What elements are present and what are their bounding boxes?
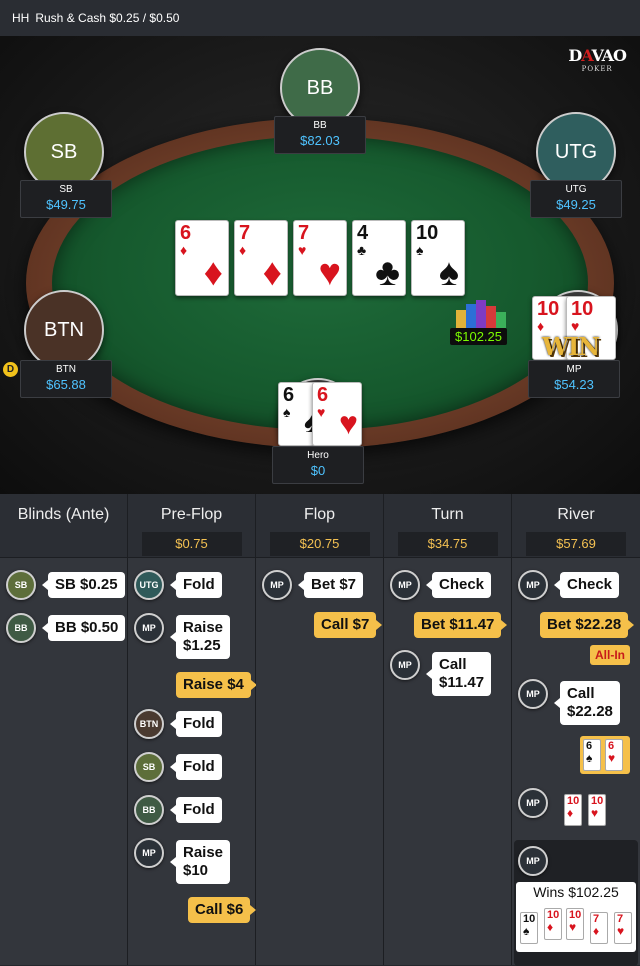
davao-poker-logo: DAVAO POKER bbox=[568, 46, 627, 73]
action-log: Blinds (Ante) SB SB $0.25 BB BB $0.50 Pr… bbox=[0, 494, 640, 966]
street-title: Blinds (Ante) bbox=[17, 506, 110, 523]
player-plate: SB $49.75 bbox=[20, 180, 112, 218]
street-column-turn: Turn $34.75 MP Check Bet $11.47 MP Call $… bbox=[384, 494, 512, 965]
player-plate: MP $54.23 bbox=[528, 360, 620, 398]
position-badge: MP bbox=[262, 570, 292, 600]
winner-panel: MP Wins $102.25 10 ♠ 10 ♦ 10 ♥ 7 ♦ 7 ♥ bbox=[514, 840, 638, 966]
mini-card: 6 ♠ bbox=[583, 739, 601, 771]
action-bubble: Raise $10 bbox=[169, 840, 231, 884]
position-badge: SB bbox=[6, 570, 36, 600]
win-banner: WIN bbox=[542, 332, 600, 361]
playing-card: 6 ♦ ♦ bbox=[175, 220, 229, 296]
mini-card: 10 ♦ bbox=[544, 908, 562, 940]
position-badge: MP bbox=[518, 570, 548, 600]
mini-card: 7 ♦ bbox=[590, 912, 608, 944]
mini-card: 7 ♥ bbox=[614, 912, 632, 944]
action-bubble: SB $0.25 bbox=[42, 572, 125, 598]
winner-card: Wins $102.25 10 ♠ 10 ♦ 10 ♥ 7 ♦ 7 ♥ bbox=[516, 882, 636, 952]
hand-history-label: HH bbox=[12, 11, 30, 25]
hero-showdown: 6 ♠ 6 ♥ bbox=[580, 736, 630, 774]
action-bubble: Fold bbox=[170, 754, 222, 780]
street-column-preflop: Pre-Flop $0.75 UTG Fold MP Raise $1.25 Ra… bbox=[128, 494, 257, 965]
mini-card: 10 ♠ bbox=[520, 912, 538, 944]
street-title: Flop bbox=[303, 506, 336, 523]
action-bubble: Check bbox=[425, 572, 492, 598]
position-badge: MP bbox=[390, 570, 420, 600]
game-title: Rush & Cash $0.25 / $0.50 bbox=[35, 11, 180, 25]
position-badge: MP bbox=[134, 613, 164, 643]
player-plate: BTN $65.88 bbox=[20, 360, 112, 398]
position-badge: MP bbox=[134, 838, 164, 868]
chip-stack-icon bbox=[456, 300, 506, 328]
street-pot: $57.69 bbox=[526, 532, 626, 556]
playing-card: 6 ♥ ♥ bbox=[312, 382, 362, 446]
player-plate: Hero $0 bbox=[272, 446, 364, 484]
action-bubble: Fold bbox=[170, 711, 222, 737]
hero-action-bubble: Bet $22.28 bbox=[540, 612, 635, 638]
street-pot: $0.75 bbox=[141, 532, 242, 556]
street-pot: $34.75 bbox=[397, 532, 498, 556]
hero-action-bubble: Call $6 bbox=[188, 897, 257, 923]
poker-table: DAVAO POKER BB BB $82.03 SB SB $49.75 UT… bbox=[0, 36, 640, 494]
position-badge: MP bbox=[518, 679, 548, 709]
avatar: BTN bbox=[24, 290, 104, 370]
street-column-blinds: Blinds (Ante) SB SB $0.25 BB BB $0.50 bbox=[0, 494, 128, 965]
wins-label: Wins $102.25 bbox=[533, 884, 619, 900]
action-bubble: Check bbox=[553, 572, 620, 598]
position-badge: MP bbox=[390, 650, 420, 680]
hero-action-bubble: Raise $4 bbox=[176, 672, 257, 698]
hero-action-bubble: Bet $11.47 bbox=[414, 612, 508, 638]
player-plate: BB $82.03 bbox=[274, 116, 366, 154]
playing-card: 4 ♣ ♣ bbox=[352, 220, 406, 296]
action-bubble: Call $11.47 bbox=[425, 652, 492, 696]
street-pot: $20.75 bbox=[269, 532, 370, 556]
position-badge: SB bbox=[134, 752, 164, 782]
action-bubble: Call $22.28 bbox=[554, 681, 620, 725]
position-badge: BB bbox=[134, 795, 164, 825]
playing-card: 10 ♠ ♠ bbox=[411, 220, 465, 296]
action-bubble: Fold bbox=[170, 797, 222, 823]
all-in-badge: All-In bbox=[590, 645, 630, 665]
street-title: Turn bbox=[431, 506, 464, 523]
position-badge: BTN bbox=[134, 709, 164, 739]
title-bar: HH Rush & Cash $0.25 / $0.50 bbox=[0, 0, 640, 36]
position-badge: BB bbox=[6, 613, 36, 643]
mini-card: 10 ♦ bbox=[564, 794, 582, 826]
mini-card: 6 ♥ bbox=[605, 739, 623, 771]
action-bubble: BB $0.50 bbox=[41, 615, 126, 641]
position-badge: UTG bbox=[134, 570, 164, 600]
playing-card: 7 ♦ ♦ bbox=[234, 220, 288, 296]
action-bubble: Raise $1.25 bbox=[169, 615, 231, 659]
street-title: Pre-Flop bbox=[160, 506, 223, 523]
action-bubble: Fold bbox=[170, 572, 222, 598]
action-bubble: Bet $7 bbox=[297, 572, 364, 598]
pot-amount: $102.25 bbox=[450, 328, 507, 345]
street-column-river: River $57.69 MP Check Bet $22.28 All-In … bbox=[512, 494, 640, 966]
dealer-button: D bbox=[3, 362, 18, 377]
hero-action-bubble: Call $7 bbox=[314, 612, 383, 638]
mini-card: 10 ♥ bbox=[588, 794, 606, 826]
street-column-flop: Flop $20.75 MP Bet $7 Call $7 bbox=[256, 494, 384, 965]
mini-card: 10 ♥ bbox=[566, 908, 584, 940]
position-badge: MP bbox=[518, 846, 548, 876]
street-title: River bbox=[557, 506, 595, 523]
position-badge: MP bbox=[518, 788, 548, 818]
playing-card: 7 ♥ ♥ bbox=[293, 220, 347, 296]
player-plate: UTG $49.25 bbox=[530, 180, 622, 218]
